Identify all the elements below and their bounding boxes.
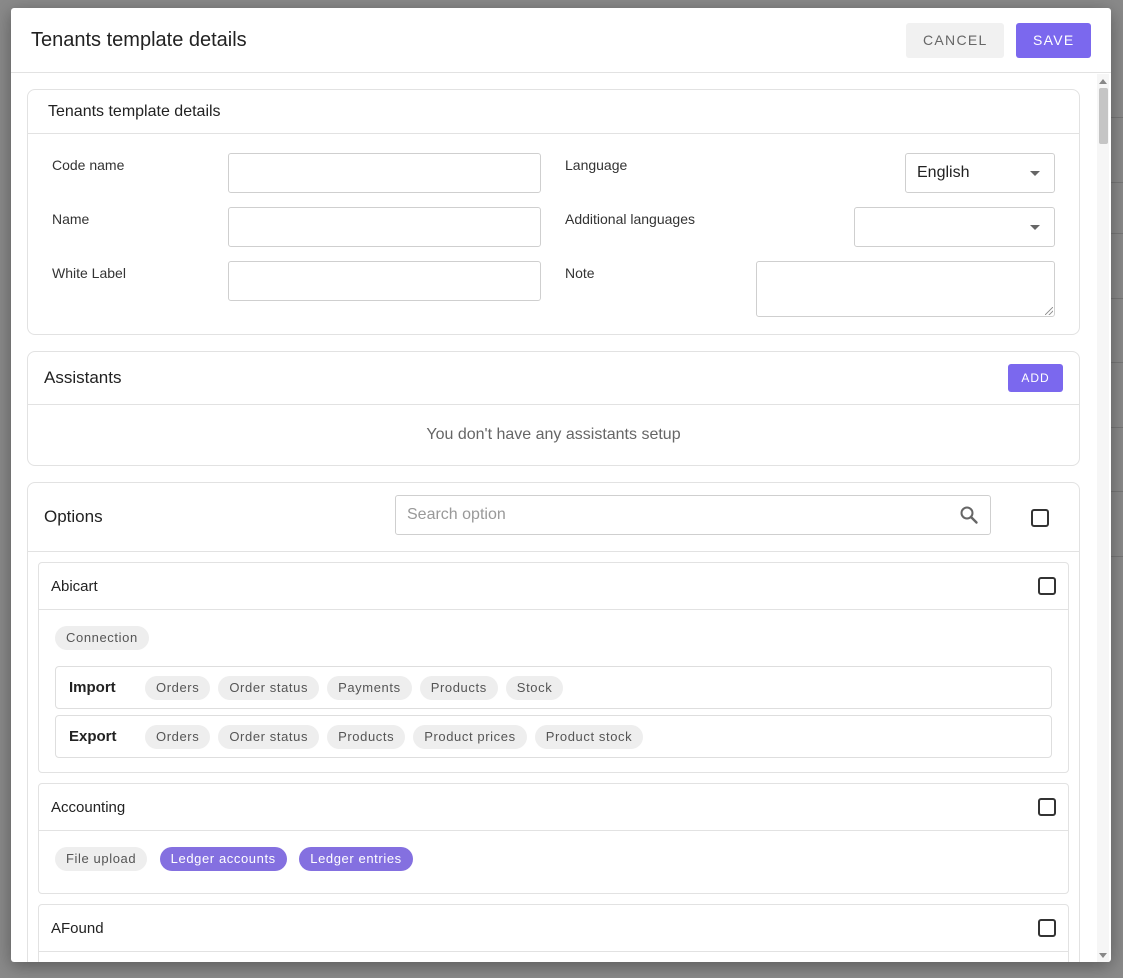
options-card: Options Abicart [27, 482, 1080, 962]
code-name-label: Code name [52, 157, 125, 173]
option-group-body: File upload Ledger accounts Ledger entri… [39, 831, 1068, 893]
chip-import-order-status[interactable]: Order status [218, 675, 320, 700]
dialog-body: Tenants template details Code name Name … [11, 74, 1111, 962]
code-name-input[interactable] [228, 153, 541, 193]
details-card: Tenants template details Code name Name … [27, 89, 1080, 335]
note-textarea[interactable] [756, 261, 1055, 317]
afound-checkbox[interactable] [1038, 919, 1056, 937]
cancel-button[interactable]: CANCEL [906, 22, 1004, 58]
chip-file-upload[interactable]: File upload [55, 847, 148, 871]
save-button[interactable]: SAVE [1016, 22, 1091, 58]
tenant-template-dialog: Tenants template details CANCEL SAVE Ten… [11, 8, 1111, 962]
additional-languages-label: Additional languages [565, 211, 695, 227]
details-card-header: Tenants template details [28, 90, 1079, 134]
assistants-empty-message: You don't have any assistants setup [426, 426, 681, 443]
details-form: Code name Name White Label Language Engl… [28, 134, 1079, 334]
option-group-body: Connection Import Orders Order status Pa… [39, 610, 1068, 772]
select-all-options-checkbox[interactable] [1031, 509, 1049, 527]
chip-connection[interactable]: Connection [55, 626, 149, 650]
option-group-name: AFound [51, 919, 104, 937]
dialog-scroll-content: Tenants template details Code name Name … [27, 89, 1080, 962]
language-select[interactable]: English [905, 153, 1055, 193]
export-label: Export [69, 728, 117, 745]
scrollbar-thumb[interactable] [1099, 88, 1108, 144]
chip-export-product-prices[interactable]: Product prices [413, 724, 527, 749]
option-search-box[interactable] [395, 495, 991, 535]
option-group-body [39, 952, 1068, 962]
accounting-checkbox[interactable] [1038, 798, 1056, 816]
chip-export-products[interactable]: Products [327, 724, 406, 749]
assistants-card-header: Assistants ADD [28, 352, 1079, 405]
dialog-title: Tenants template details [31, 28, 247, 51]
option-group-abicart: Abicart Connection Import Orders Order s… [38, 562, 1069, 773]
chip-import-payments[interactable]: Payments [327, 675, 412, 700]
option-search-input[interactable] [407, 506, 959, 524]
chip-ledger-entries[interactable]: Ledger entries [299, 847, 413, 871]
abicart-checkbox[interactable] [1038, 577, 1056, 595]
note-label: Note [565, 265, 595, 281]
name-label: Name [52, 211, 90, 227]
language-label: Language [565, 157, 628, 173]
search-icon[interactable] [959, 505, 979, 525]
additional-languages-select[interactable] [854, 207, 1055, 247]
dialog-scrollbar[interactable] [1097, 74, 1109, 962]
chip-ledger-accounts[interactable]: Ledger accounts [159, 847, 287, 871]
chip-export-product-stock[interactable]: Product stock [534, 724, 644, 749]
white-label-input[interactable] [228, 261, 541, 301]
resize-handle-icon[interactable] [1045, 307, 1053, 315]
assistants-card: Assistants ADD You don't have any assist… [27, 351, 1080, 466]
chip-export-order-status[interactable]: Order status [218, 724, 320, 749]
option-group-header: AFound [39, 905, 1068, 952]
chevron-down-icon [1030, 171, 1040, 176]
chevron-down-icon [1030, 225, 1040, 230]
name-input[interactable] [228, 207, 541, 247]
dialog-header: Tenants template details CANCEL SAVE [11, 8, 1111, 73]
import-row: Import Orders Order status Payments Prod… [55, 666, 1052, 709]
chip-import-orders[interactable]: Orders [145, 675, 211, 700]
option-group-header: Abicart [39, 563, 1068, 610]
options-card-header: Options [28, 483, 1079, 552]
chip-import-stock[interactable]: Stock [505, 675, 564, 700]
details-card-title: Tenants template details [48, 102, 221, 120]
option-group-afound: AFound [38, 904, 1069, 962]
export-row: Export Orders Order status Products Prod… [55, 715, 1052, 758]
chip-export-orders[interactable]: Orders [145, 724, 211, 749]
import-label: Import [69, 679, 116, 696]
assistants-title: Assistants [44, 368, 122, 387]
option-group-name: Abicart [51, 577, 98, 595]
language-select-value: English [917, 164, 970, 181]
add-assistant-button[interactable]: ADD [1008, 364, 1063, 392]
scroll-down-arrow-icon[interactable] [1099, 953, 1107, 958]
white-label-label: White Label [52, 265, 126, 281]
scroll-up-arrow-icon[interactable] [1099, 79, 1107, 84]
option-group-name: Accounting [51, 798, 126, 816]
option-group-accounting: Accounting File upload Ledger accounts L… [38, 783, 1069, 894]
option-group-header: Accounting [39, 784, 1068, 831]
chip-import-products[interactable]: Products [419, 675, 498, 700]
